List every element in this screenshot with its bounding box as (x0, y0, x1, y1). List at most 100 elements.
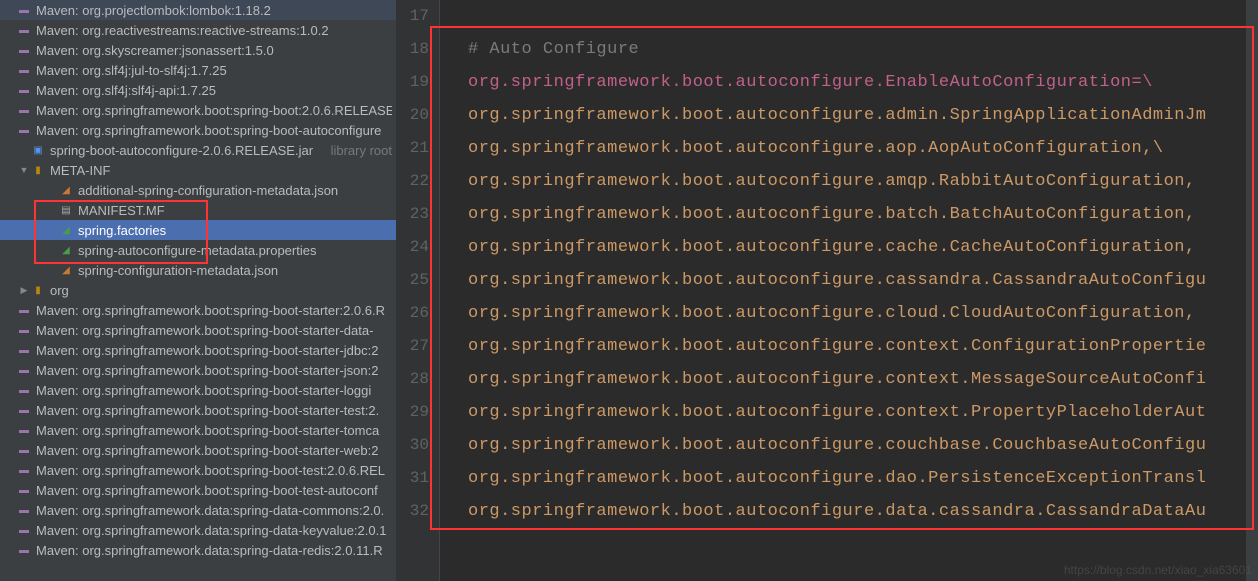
folder-icon: ▮ (30, 162, 46, 178)
code-line[interactable]: org.springframework.boot.autoconfigure.c… (468, 396, 1246, 429)
tree-item-label: Maven: org.springframework.boot:spring-b… (36, 363, 392, 378)
tree-item[interactable]: ▬ Maven: org.springframework.boot:spring-… (0, 120, 396, 140)
tree-item[interactable]: ▬ Maven: org.reactivestreams:reactive-str… (0, 20, 396, 40)
lib-icon: ▬ (16, 362, 32, 378)
code-line[interactable]: org.springframework.boot.autoconfigure.c… (468, 330, 1246, 363)
tree-item[interactable]: ▬ Maven: org.springframework.data:spring-… (0, 500, 396, 520)
tree-item-label: META-INF (50, 163, 392, 178)
tree-item[interactable]: ▤MANIFEST.MF (0, 200, 396, 220)
code-line[interactable]: org.springframework.boot.autoconfigure.c… (468, 297, 1246, 330)
tree-item[interactable]: ▬Maven: org.springframework.boot:spring-… (0, 400, 396, 420)
tree-item[interactable]: ▬Maven: org.springframework.boot:spring-… (0, 460, 396, 480)
code-line[interactable]: org.springframework.boot.autoconfigure.d… (468, 495, 1246, 528)
lib-icon: ▬ (16, 382, 32, 398)
tree-item[interactable]: ◢spring.factories (0, 220, 396, 240)
mf-icon: ▤ (58, 202, 74, 218)
code-line[interactable]: org.springframework.boot.autoconfigure.d… (468, 462, 1246, 495)
tree-item[interactable]: ▬Maven: org.springframework.boot:spring-… (0, 340, 396, 360)
tree-item[interactable]: ◢spring-configuration-metadata.json (0, 260, 396, 280)
lib-icon: ▬ (16, 102, 32, 118)
tree-item[interactable]: ▬Maven: org.projectlombok:lombok:1.18.2 (0, 0, 396, 20)
code-line[interactable]: org.springframework.boot.autoconfigure.E… (468, 66, 1246, 99)
tree-item-label: Maven: org.springframework.boot:spring-b… (36, 423, 392, 438)
line-number: 30 (396, 429, 429, 462)
lib-icon: ▬ (16, 502, 32, 518)
folder-icon: ▮ (30, 282, 46, 298)
editor-gutter: 17181920212223242526272829303132 (396, 0, 440, 581)
code-line[interactable]: org.springframework.boot.autoconfigure.a… (468, 165, 1246, 198)
tree-item-label: spring-autoconfigure-metadata.properties (78, 243, 392, 258)
lib-icon: ▬ (16, 542, 32, 558)
line-number: 20 (396, 99, 429, 132)
tree-item[interactable]: ▬Maven: org.springframework.boot:spring-… (0, 320, 396, 340)
code-line[interactable]: org.springframework.boot.autoconfigure.c… (468, 264, 1246, 297)
code-editor[interactable]: 17181920212223242526272829303132 # Auto … (396, 0, 1258, 581)
lib-icon: ▬ (16, 42, 32, 58)
tree-item[interactable]: ▼▮ META-INF (0, 160, 396, 180)
tree-item[interactable]: ◢ additional-spring-configuration-metadat… (0, 180, 396, 200)
code-line[interactable]: # Auto Configure (468, 33, 1246, 66)
tree-item-label: spring.factories (78, 223, 392, 238)
project-tree-sidebar[interactable]: ▬Maven: org.projectlombok:lombok:1.18.2▬… (0, 0, 396, 581)
tree-item[interactable]: ▬Maven: org.springframework.boot:spring-… (0, 300, 396, 320)
tree-item-label: spring-boot-autoconfigure-2.0.6.RELEASE.… (50, 143, 327, 158)
lib-icon: ▬ (16, 302, 32, 318)
tree-item-label: Maven: org.springframework.boot:spring-b… (36, 443, 392, 458)
lib-icon: ▬ (16, 2, 32, 18)
tree-item[interactable]: ▶▮ org (0, 280, 396, 300)
line-number: 26 (396, 297, 429, 330)
tree-item[interactable]: ▬ Maven: org.springframework.boot:spring-… (0, 360, 396, 380)
code-line[interactable]: org.springframework.boot.autoconfigure.b… (468, 198, 1246, 231)
tree-item[interactable]: ▬Maven: org.slf4j:slf4j-api:1.7.25 (0, 80, 396, 100)
lib-icon: ▬ (16, 322, 32, 338)
tree-item-label: Maven: org.reactivestreams:reactive-stre… (36, 23, 392, 38)
code-line[interactable]: org.springframework.boot.autoconfigure.c… (468, 231, 1246, 264)
tree-item-label: Maven: org.slf4j:jul-to-slf4j:1.7.25 (36, 63, 392, 78)
code-line[interactable] (468, 0, 1246, 33)
tree-item[interactable]: ▬Maven: org.springframework.boot:spring-… (0, 480, 396, 500)
tree-item[interactable]: ▬ Maven: org.skyscreamer:jsonassert:1.5.0 (0, 40, 396, 60)
tree-item[interactable]: ▬ Maven: org.springframework.data:spring-… (0, 520, 396, 540)
tree-item-label: Maven: org.springframework.boot:spring-b… (36, 403, 392, 418)
line-number: 23 (396, 198, 429, 231)
lib-icon: ▬ (16, 442, 32, 458)
tree-item-label: Maven: org.springframework.boot:spring-b… (36, 123, 392, 138)
tree-item[interactable]: ▬ Maven: org.slf4j:jul-to-slf4j:1.7.25 (0, 60, 396, 80)
editor-code-area[interactable]: # Auto Configureorg.springframework.boot… (440, 0, 1246, 581)
tree-item-label: Maven: org.springframework.data:spring-d… (36, 503, 392, 518)
line-number: 27 (396, 330, 429, 363)
json-icon: ◢ (58, 182, 74, 198)
file-icon: ◢ (58, 242, 74, 258)
tree-item-label: Maven: org.skyscreamer:jsonassert:1.5.0 (36, 43, 392, 58)
code-line[interactable]: org.springframework.boot.autoconfigure.a… (468, 99, 1246, 132)
tree-item[interactable]: ◢ spring-autoconfigure-metadata.propertie… (0, 240, 396, 260)
lib-icon: ▬ (16, 482, 32, 498)
tree-item-suffix: library root (331, 143, 392, 158)
tree-item-label: org (50, 283, 392, 298)
line-number: 24 (396, 231, 429, 264)
code-line[interactable]: org.springframework.boot.autoconfigure.c… (468, 363, 1246, 396)
tree-item[interactable]: ▣spring-boot-autoconfigure-2.0.6.RELEASE… (0, 140, 396, 160)
tree-item[interactable]: ▬Maven: org.springframework.boot:spring-… (0, 380, 396, 400)
tree-item-label: Maven: org.slf4j:slf4j-api:1.7.25 (36, 83, 392, 98)
tree-item[interactable]: ▬Maven: org.springframework.boot:spring-… (0, 420, 396, 440)
lib-icon: ▬ (16, 22, 32, 38)
editor-scrollbar[interactable] (1246, 0, 1258, 581)
lib-icon: ▬ (16, 122, 32, 138)
code-line[interactable]: org.springframework.boot.autoconfigure.c… (468, 429, 1246, 462)
tree-item-label: Maven: org.springframework.data:spring-d… (36, 523, 392, 538)
line-number: 18 (396, 33, 429, 66)
tree-item[interactable]: ▬Maven: org.springframework.boot:spring-… (0, 100, 396, 120)
lib-icon: ▬ (16, 62, 32, 78)
tree-item-label: Maven: org.springframework.boot:spring-b… (36, 463, 392, 478)
expand-arrow-icon[interactable]: ▶ (18, 285, 30, 296)
line-number: 19 (396, 66, 429, 99)
expand-arrow-icon[interactable]: ▼ (18, 165, 30, 175)
tree-item-label: additional-spring-configuration-metadata… (78, 183, 392, 198)
line-number: 32 (396, 495, 429, 528)
tree-item[interactable]: ▬Maven: org.springframework.data:spring-… (0, 540, 396, 560)
tree-item[interactable]: ▬ Maven: org.springframework.boot:spring-… (0, 440, 396, 460)
lib-icon: ▬ (16, 522, 32, 538)
code-line[interactable]: org.springframework.boot.autoconfigure.a… (468, 132, 1246, 165)
line-number: 22 (396, 165, 429, 198)
